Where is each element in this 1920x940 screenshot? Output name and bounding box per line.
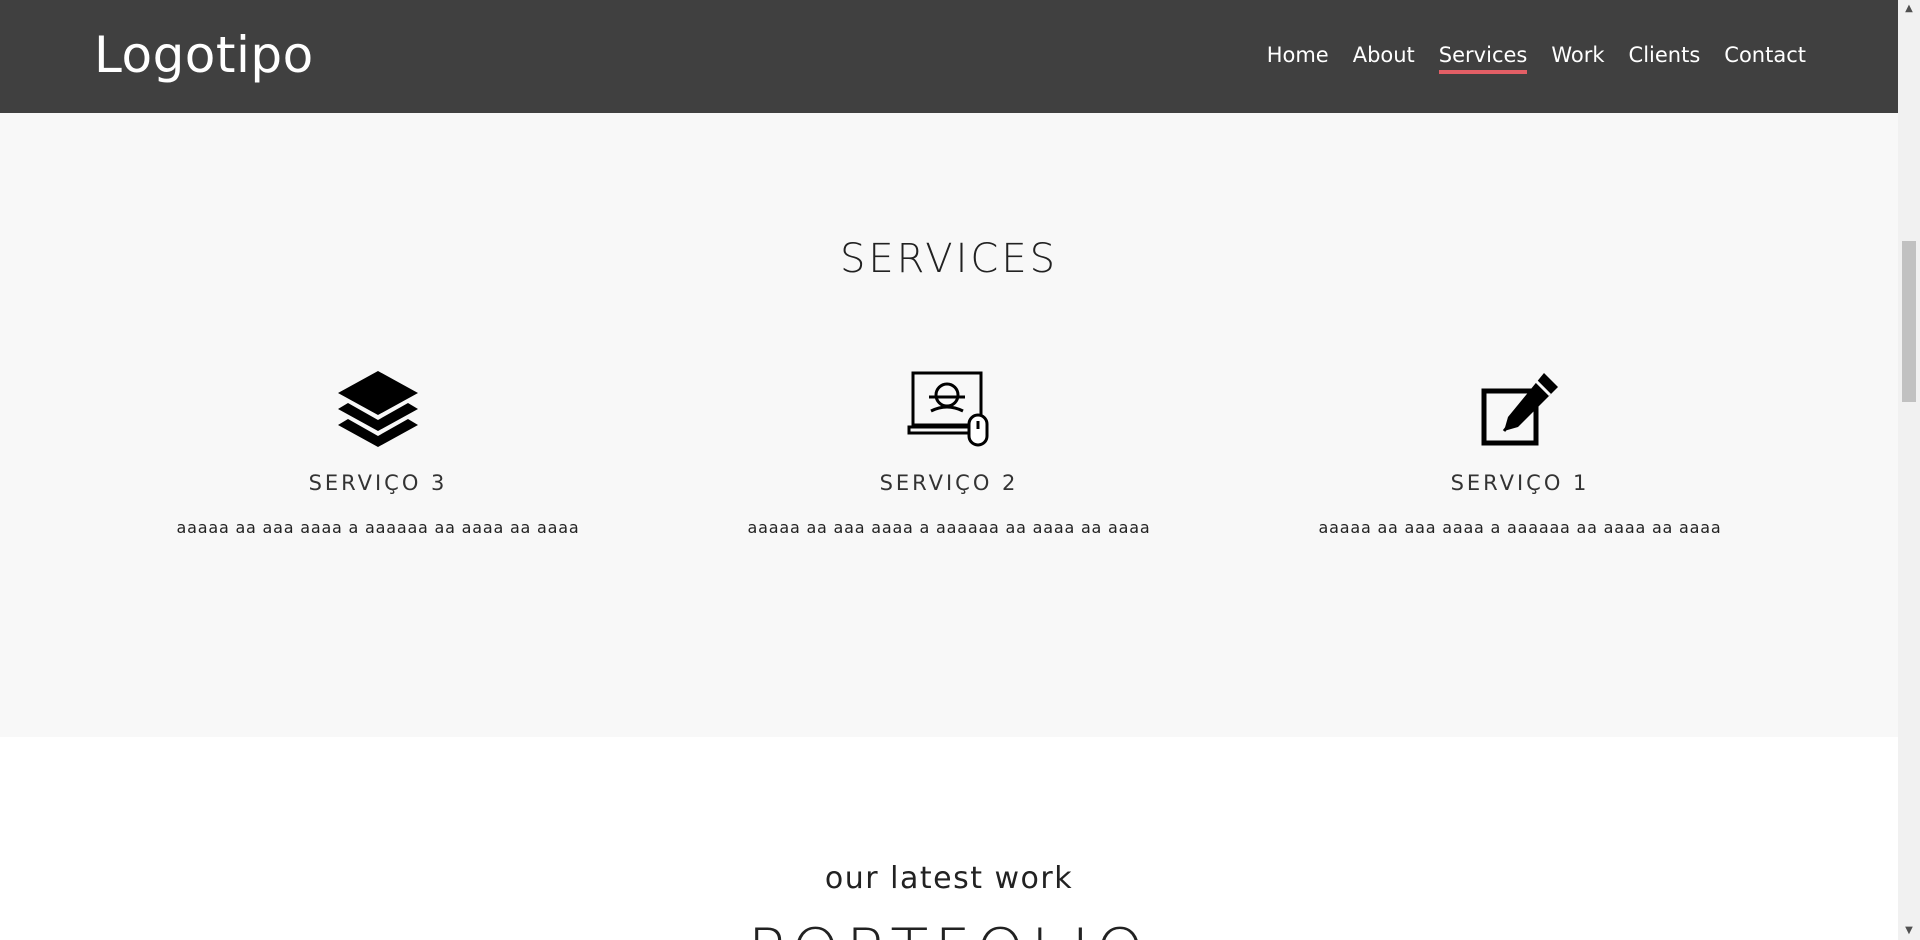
- service-description: aaaaa aa aaa aaaa a aaaaaa aa aaaa aa aa…: [747, 518, 1151, 537]
- nav-about[interactable]: About: [1353, 40, 1415, 71]
- service-description: aaaaa aa aaa aaaa a aaaaaa aa aaaa aa aa…: [1318, 518, 1722, 537]
- nav-services[interactable]: Services: [1438, 40, 1527, 74]
- scroll-down-icon[interactable]: ▼: [1898, 922, 1920, 940]
- scroll-up-icon[interactable]: ▲: [1898, 0, 1920, 18]
- scroll-thumb[interactable]: [1902, 241, 1916, 402]
- main-nav: Home About Services Work Clients Contact: [1243, 40, 1806, 74]
- service-card-3: SERVIÇO 3 aaaaa aa aaa aaaa a aaaaaa aa …: [118, 369, 638, 539]
- layers-icon: [338, 371, 418, 447]
- service-name: SERVIÇO 2: [879, 471, 1019, 495]
- page: Logotipo Home About Services Work Client…: [0, 0, 1920, 940]
- edit-icon: [1481, 373, 1558, 446]
- services-title: SERVICES: [839, 236, 1059, 282]
- portfolio-title: PORTFOLIO: [0, 919, 1898, 940]
- computer-design-icon: [907, 371, 989, 447]
- nav-work[interactable]: Work: [1551, 40, 1604, 71]
- portfolio-section: our latest work PORTFOLIO: [0, 737, 1898, 940]
- service-name: SERVIÇO 3: [308, 471, 448, 495]
- nav-home[interactable]: Home: [1267, 40, 1329, 71]
- nav-clients[interactable]: Clients: [1629, 40, 1701, 71]
- service-name: SERVIÇO 1: [1450, 471, 1590, 495]
- portfolio-subtitle: our latest work: [824, 861, 1074, 896]
- logo[interactable]: Logotipo: [94, 22, 314, 88]
- services-section: SERVICES SERVIÇO 3 aaaaa aa aaa aaaa a a…: [0, 113, 1898, 737]
- service-description: aaaaa aa aaa aaaa a aaaaaa aa aaaa aa aa…: [176, 518, 580, 537]
- site-header: Logotipo Home About Services Work Client…: [0, 0, 1898, 113]
- nav-contact[interactable]: Contact: [1724, 40, 1806, 71]
- service-card-2: SERVIÇO 2 aaaaa aa aaa aaaa a aaaaaa aa …: [689, 369, 1209, 539]
- service-card-1: SERVIÇO 1 aaaaa aa aaa aaaa a aaaaaa aa …: [1260, 369, 1780, 539]
- vertical-scrollbar[interactable]: ▲ ▼: [1898, 0, 1920, 940]
